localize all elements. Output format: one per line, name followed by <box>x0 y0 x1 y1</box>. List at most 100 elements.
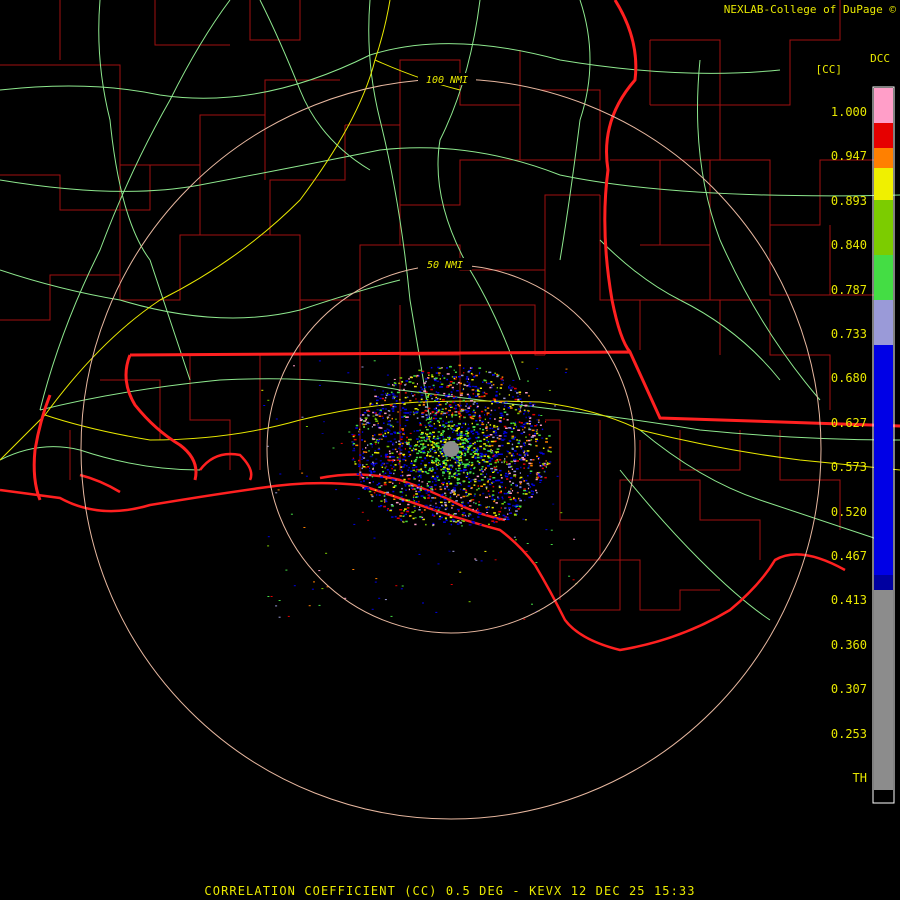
radar-echo <box>536 455 539 458</box>
radar-echo <box>509 492 512 494</box>
radar-echo <box>384 430 387 432</box>
radar-echo <box>408 485 411 487</box>
radar-echo <box>545 529 548 531</box>
radar-echo <box>506 475 509 478</box>
radar-echo <box>467 385 470 388</box>
radar-echo <box>420 468 423 470</box>
radar-echo <box>471 518 475 520</box>
radar-echo <box>366 421 369 424</box>
radar-echo <box>520 459 523 461</box>
radar-echo <box>370 494 373 496</box>
radar-echo <box>361 439 364 441</box>
radar-echo <box>499 412 503 415</box>
radar-echo <box>505 472 508 475</box>
radar-echo <box>496 375 499 378</box>
radar-echo <box>492 485 495 488</box>
radar-echo <box>460 462 462 464</box>
radar-echo <box>487 490 490 492</box>
legend-color-step <box>874 168 893 200</box>
radar-echo <box>468 478 471 480</box>
radar-echo <box>448 550 451 552</box>
radar-echo <box>434 438 437 440</box>
radar-echo <box>465 411 469 414</box>
radar-echo <box>367 444 369 446</box>
radar-echo <box>552 503 555 505</box>
radar-echo <box>528 491 531 494</box>
radar-echo <box>352 457 355 460</box>
radar-echo <box>389 472 392 474</box>
radar-echo <box>431 497 435 499</box>
radar-echo <box>419 489 422 491</box>
radar-echo <box>444 501 447 504</box>
radar-echo <box>384 435 387 438</box>
radar-echo <box>489 386 492 389</box>
radar-echo <box>378 427 382 429</box>
radar-echo <box>468 515 470 517</box>
radar-echo <box>362 466 366 468</box>
radar-echo <box>465 430 468 432</box>
radar-echo <box>433 408 436 410</box>
radar-echo <box>482 381 484 383</box>
radar-echo <box>513 458 515 461</box>
radar-echo <box>463 416 465 418</box>
radar-echo <box>488 445 491 447</box>
radar-echo <box>355 444 359 447</box>
radar-echo <box>400 588 403 590</box>
radar-echo <box>436 445 439 448</box>
radar-echo <box>486 412 490 414</box>
radar-echo <box>456 508 460 511</box>
radar-echo <box>436 437 439 440</box>
radar-echo <box>410 376 413 379</box>
radar-echo <box>418 553 421 555</box>
radar-echo <box>471 456 474 458</box>
radar-echo <box>403 510 406 512</box>
radar-echo <box>380 485 383 487</box>
radar-echo <box>398 389 401 391</box>
radar-echo <box>480 410 484 413</box>
radar-echo <box>501 485 503 488</box>
radar-echo <box>465 400 467 403</box>
radar-echo <box>389 440 392 443</box>
radar-echo <box>386 469 389 471</box>
credit-text: NEXLAB-College of DuPage © <box>724 3 896 16</box>
radar-echo <box>438 460 441 462</box>
radar-echo <box>410 470 413 472</box>
radar-echo <box>436 420 440 422</box>
radar-echo <box>420 401 422 403</box>
radar-echo <box>523 442 526 445</box>
radar-echo <box>428 506 430 508</box>
radar-echo <box>457 520 460 522</box>
radar-echo <box>434 509 438 512</box>
radar-echo <box>431 459 433 462</box>
radar-echo <box>388 414 391 416</box>
radar-echo <box>474 411 477 414</box>
radar-echo <box>423 509 426 511</box>
radar-echo <box>409 413 411 416</box>
radar-echo <box>406 412 410 414</box>
radar-echo <box>454 521 457 523</box>
radar-echo <box>508 507 511 509</box>
radar-echo <box>451 519 455 521</box>
radar-echo <box>499 491 502 494</box>
radar-echo <box>524 455 526 457</box>
radar-echo <box>413 394 416 396</box>
radar-echo <box>388 470 391 473</box>
radar-echo <box>428 462 431 464</box>
radar-echo <box>426 435 428 437</box>
radar-echo <box>438 403 442 406</box>
radar-echo <box>452 487 456 489</box>
radar-echo <box>458 405 461 407</box>
radar-echo <box>469 453 473 455</box>
radar-echo <box>381 397 385 400</box>
radar-echo <box>418 479 420 482</box>
radar-echo <box>384 412 387 415</box>
radar-echo <box>493 470 495 473</box>
radar-echo <box>460 432 463 434</box>
radar-echo <box>405 513 407 516</box>
radar-echo <box>406 436 408 439</box>
radar-echo <box>405 489 407 491</box>
radar-echo <box>381 466 384 468</box>
radar-echo <box>367 486 369 489</box>
radar-echo <box>479 440 482 442</box>
radar-echo <box>501 496 504 498</box>
